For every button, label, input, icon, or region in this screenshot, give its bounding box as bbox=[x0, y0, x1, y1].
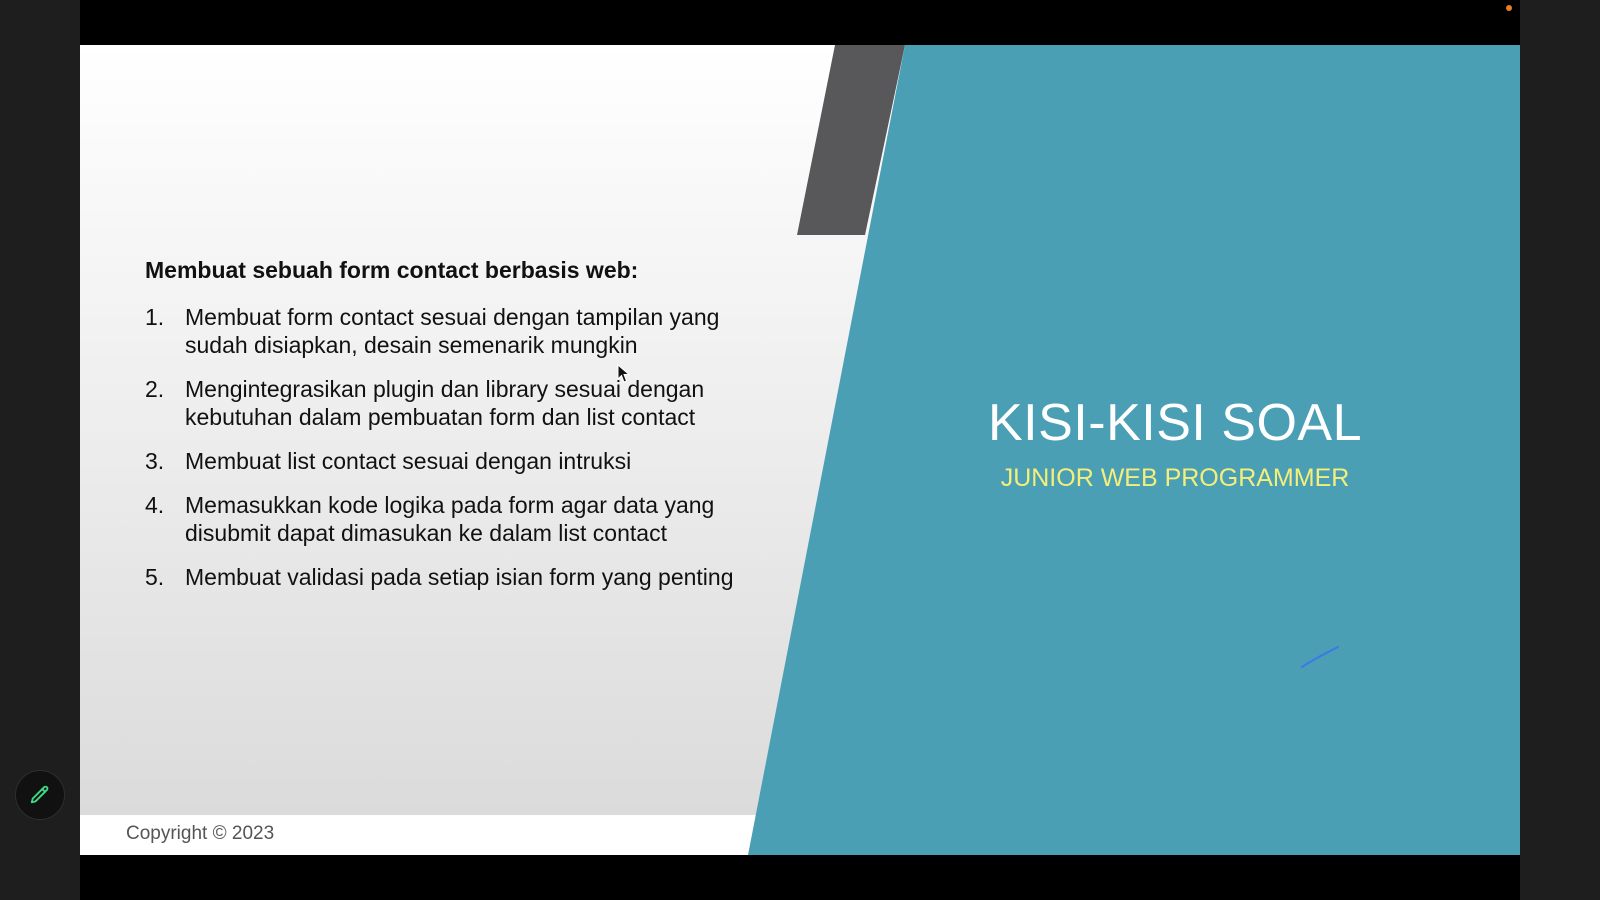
annotation-ink-stroke bbox=[1301, 646, 1339, 668]
task-list: 1. Membuat form contact sesuai dengan ta… bbox=[145, 303, 785, 591]
task-content: Membuat sebuah form contact berbasis web… bbox=[145, 257, 785, 607]
slide-title: KISI-KISI SOAL bbox=[987, 394, 1363, 452]
task-text: Mengintegrasikan plugin dan library sesu… bbox=[185, 375, 705, 430]
task-heading: Membuat sebuah form contact berbasis web… bbox=[145, 257, 639, 283]
bottom-bar bbox=[80, 855, 1520, 900]
list-item: 4. Memasukkan kode logika pada form agar… bbox=[145, 491, 785, 547]
screen-share-viewer: Copyright © 2023 Membuat sebuah form con… bbox=[0, 0, 1600, 900]
task-text: Membuat form contact sesuai dengan tampi… bbox=[185, 303, 720, 358]
recording-indicator-icon bbox=[1506, 5, 1512, 11]
list-item: 3. Membuat list contact sesuai dengan in… bbox=[145, 447, 785, 475]
slide-subtitle: JUNIOR WEB PROGRAMMER bbox=[1000, 464, 1350, 493]
pencil-icon bbox=[30, 785, 49, 804]
task-text: Membuat list contact sesuai dengan intru… bbox=[185, 447, 632, 474]
copyright-text: Copyright © 2023 bbox=[126, 823, 275, 844]
annotate-pen-button[interactable] bbox=[15, 770, 65, 820]
task-number: 5. bbox=[145, 563, 165, 590]
task-number: 3. bbox=[145, 447, 165, 474]
task-number: 1. bbox=[145, 303, 165, 330]
slide-footer-strip bbox=[80, 815, 1520, 855]
list-item: 2. Mengintegrasikan plugin dan library s… bbox=[145, 375, 785, 431]
task-text: Memasukkan kode logika pada form agar da… bbox=[185, 491, 715, 546]
task-number: 2. bbox=[145, 375, 165, 402]
task-text: Membuat validasi pada setiap isian form … bbox=[185, 563, 734, 590]
list-item: 1. Membuat form contact sesuai dengan ta… bbox=[145, 303, 785, 359]
top-bar bbox=[80, 0, 1520, 45]
task-number: 4. bbox=[145, 491, 165, 518]
list-item: 5. Membuat validasi pada setiap isian fo… bbox=[145, 563, 785, 591]
mouse-cursor-icon bbox=[617, 364, 631, 383]
presentation-slide: Copyright © 2023 Membuat sebuah form con… bbox=[80, 45, 1520, 855]
slide-title-block: KISI-KISI SOAL JUNIOR WEB PROGRAMMER bbox=[950, 394, 1400, 493]
